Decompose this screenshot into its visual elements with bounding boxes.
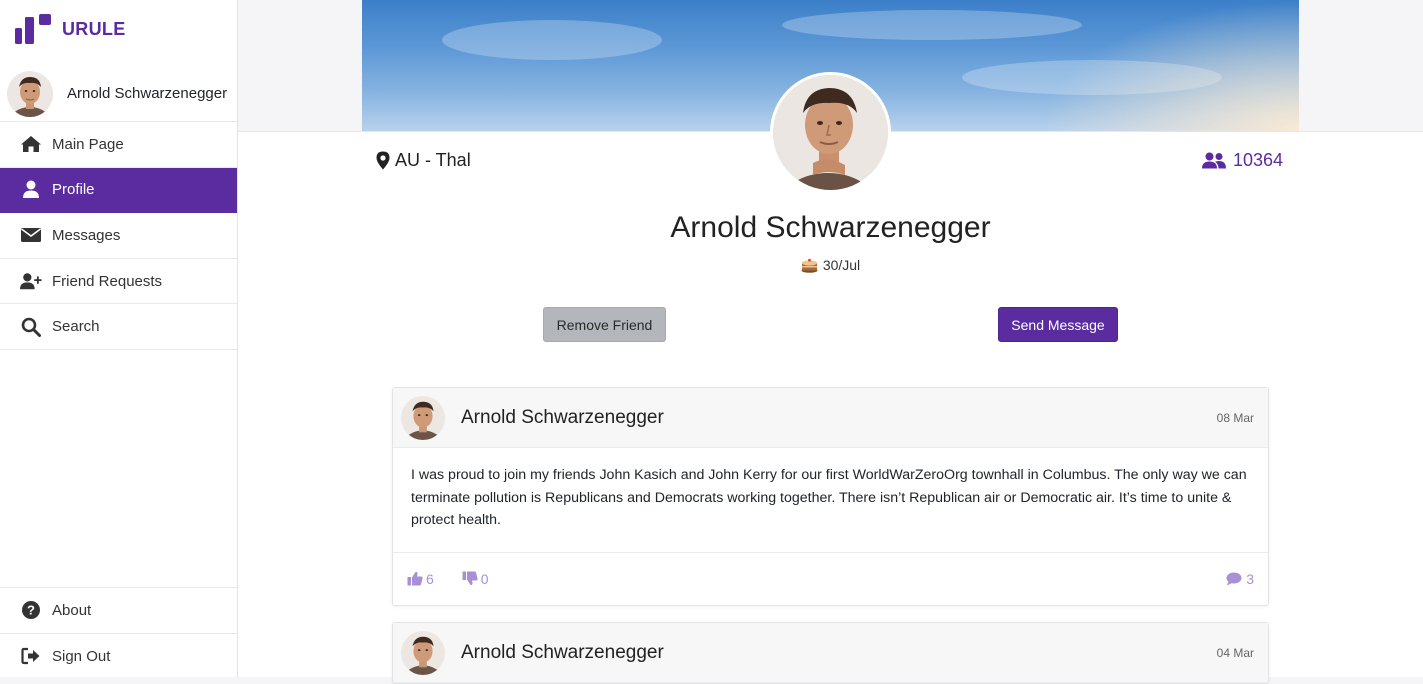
- friends-count[interactable]: 10364: [1202, 150, 1283, 171]
- sidebar-item-label: Friend Requests: [52, 272, 163, 290]
- dislike-count: 0: [480, 570, 489, 587]
- like-count: 6: [426, 570, 434, 587]
- map-marker-icon: [376, 151, 390, 170]
- sidebar-bottom-nav: ? About Sign Out: [0, 587, 237, 679]
- friends-count-value: 10364: [1233, 150, 1284, 170]
- avatar[interactable]: [401, 630, 445, 675]
- question-circle-icon: ?: [20, 600, 42, 620]
- profile-avatar[interactable]: [770, 72, 891, 193]
- thumbs-up-icon: [407, 571, 423, 586]
- post-card: Arnold Schwarzenegger 08 Mar I was proud…: [392, 387, 1269, 606]
- birthday-cake-icon: [801, 258, 818, 273]
- birthday-text: 30/Jul: [822, 257, 861, 273]
- user-icon: [20, 180, 42, 200]
- sidebar-item-search[interactable]: Search: [0, 304, 237, 350]
- comments-button[interactable]: 3: [1226, 571, 1254, 587]
- sidebar-item-label: Main Page: [52, 135, 124, 153]
- avatar: [7, 70, 53, 117]
- sidebar-user[interactable]: Arnold Schwarzenegger: [0, 66, 237, 122]
- post-author[interactable]: Arnold Schwarzenegger: [461, 407, 664, 429]
- envelope-icon: [20, 225, 42, 245]
- sidebar-item-label: About: [52, 601, 92, 619]
- svg-text:?: ?: [27, 603, 35, 618]
- sign-out-icon: [20, 646, 42, 666]
- profile-birthday: 30/Jul: [238, 257, 1423, 273]
- sidebar-item-label: Profile: [52, 181, 95, 199]
- sidebar-item-sign-out[interactable]: Sign Out: [0, 634, 237, 680]
- profile-name: Arnold Schwarzenegger: [670, 211, 991, 244]
- sidebar-item-label: Messages: [52, 226, 121, 244]
- send-message-button[interactable]: Send Message: [998, 307, 1118, 342]
- sidebar-item-messages[interactable]: Messages: [0, 213, 237, 259]
- post-text: I was proud to join my friends John Kasi…: [393, 448, 1268, 553]
- sidebar-item-main-page[interactable]: Main Page: [0, 122, 237, 168]
- brand-logo[interactable]: URULE: [14, 12, 126, 46]
- search-icon: [20, 317, 42, 337]
- post-header: Arnold Schwarzenegger 04 Mar: [393, 623, 1268, 683]
- home-icon: [20, 134, 42, 154]
- post-header: Arnold Schwarzenegger 08 Mar: [393, 388, 1268, 448]
- post-date: 08 Mar: [1216, 410, 1254, 425]
- sidebar-item-friend-requests[interactable]: Friend Requests: [0, 259, 237, 305]
- sidebar-item-label: Search: [52, 318, 100, 336]
- dislike-button[interactable]: 0: [462, 571, 489, 587]
- post-date: 04 Mar: [1216, 645, 1254, 660]
- comment-count: 3: [1246, 570, 1254, 587]
- sidebar-item-label: Sign Out: [52, 647, 111, 665]
- post-author[interactable]: Arnold Schwarzenegger: [461, 642, 664, 664]
- thumbs-down-icon: [462, 571, 478, 586]
- main-content: AU - Thal 10364 Arnold Schwarzenegger 30…: [238, 0, 1423, 684]
- users-icon: [1202, 152, 1226, 169]
- user-plus-icon: [20, 271, 42, 291]
- location-text: AU - Thal: [395, 150, 471, 170]
- remove-friend-button[interactable]: Remove Friend: [543, 307, 666, 342]
- post-footer: 6 0 3: [393, 553, 1268, 605]
- comment-icon: [1226, 572, 1242, 585]
- sidebar: URULE Arnold Schwarzenegger Main Page Pr…: [0, 0, 238, 677]
- sidebar-item-about[interactable]: ? About: [0, 588, 237, 634]
- profile-location: AU - Thal: [376, 150, 471, 171]
- like-button[interactable]: 6: [407, 571, 434, 587]
- sidebar-item-profile[interactable]: Profile: [0, 167, 237, 214]
- brand-name: URULE: [62, 18, 126, 39]
- urule-logo-icon: [15, 14, 51, 44]
- sidebar-nav: Main Page Profile Messages Friend Reques…: [0, 122, 237, 350]
- post-card: Arnold Schwarzenegger 04 Mar: [392, 622, 1269, 684]
- avatar[interactable]: [401, 395, 445, 440]
- sidebar-user-name: Arnold Schwarzenegger: [67, 85, 228, 102]
